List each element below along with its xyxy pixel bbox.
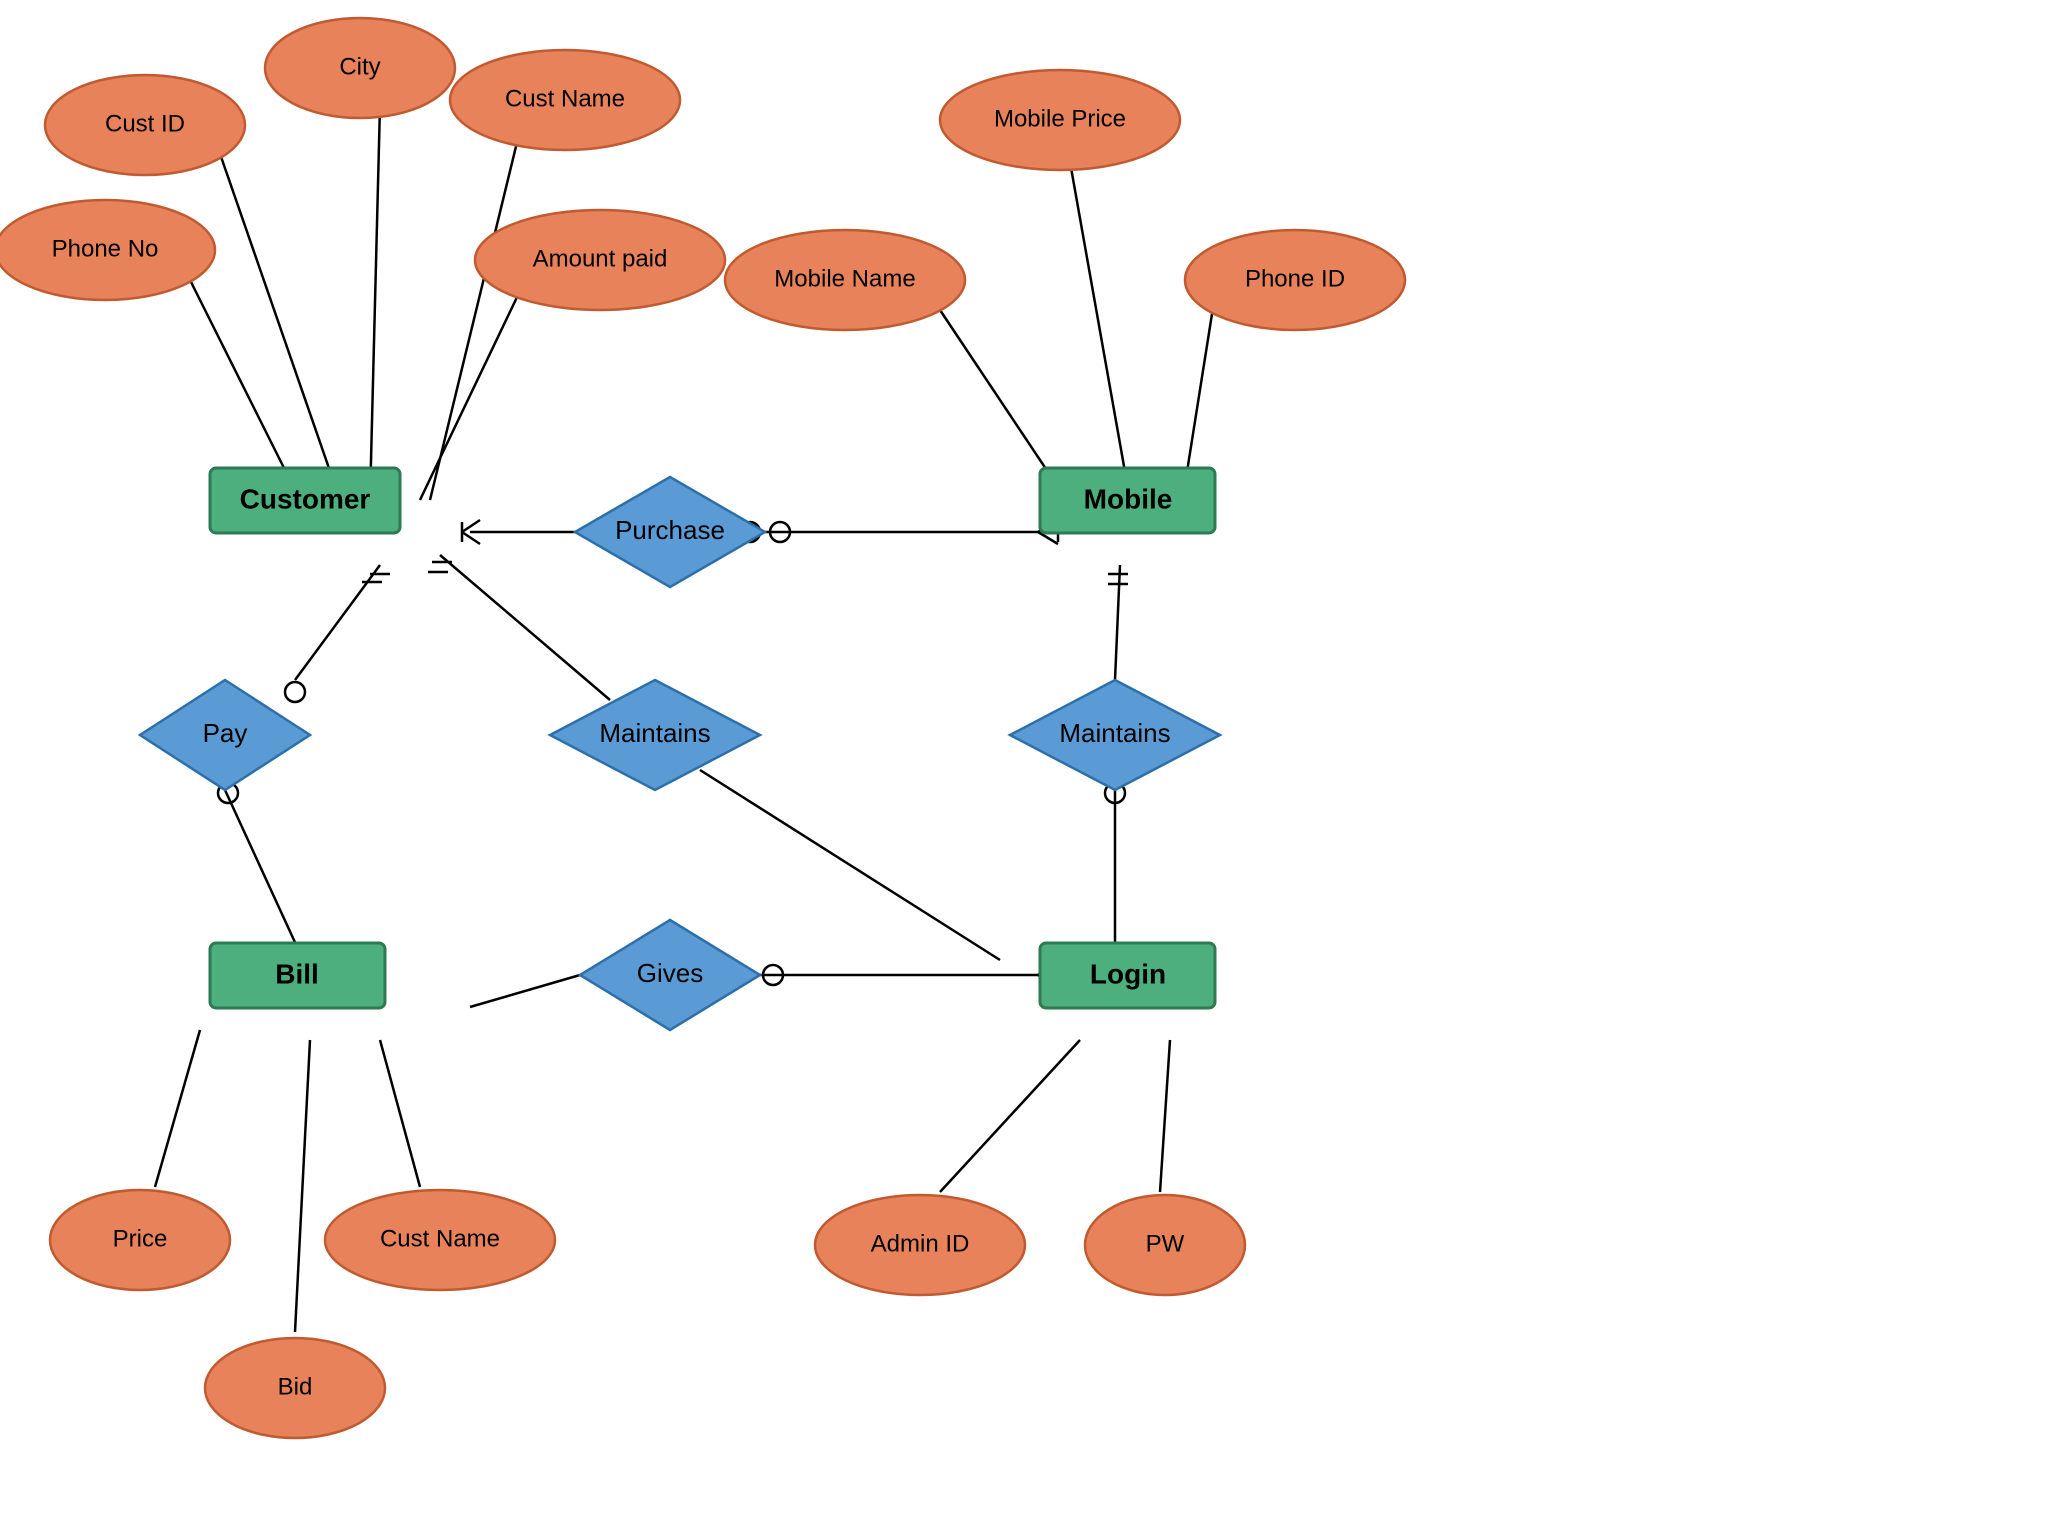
attr-cust-name2-label: Cust Name bbox=[380, 1225, 500, 1252]
er-diagram: Customer Mobile Bill Login Purchase Pay … bbox=[0, 0, 2048, 1509]
line-mobileprice-mobile bbox=[1070, 162, 1130, 500]
attr-admin-id-label: Admin ID bbox=[871, 1230, 970, 1257]
attr-cust-name1-label: Cust Name bbox=[505, 85, 625, 112]
attr-amount-paid-label: Amount paid bbox=[533, 245, 668, 272]
rel-gives-label: Gives bbox=[637, 958, 703, 988]
attr-city-label: City bbox=[339, 53, 380, 80]
line-custid-customer bbox=[218, 148, 340, 500]
attr-mobile-price-label: Mobile Price bbox=[994, 105, 1126, 132]
line-maintains1-login bbox=[700, 770, 1000, 960]
rel-purchase-label: Purchase bbox=[615, 515, 725, 545]
attr-cust-id-label: Cust ID bbox=[105, 110, 185, 137]
entity-mobile-label: Mobile bbox=[1084, 483, 1173, 514]
entity-login-label: Login bbox=[1090, 958, 1166, 989]
entity-customer-label: Customer bbox=[240, 483, 371, 514]
attr-phone-id-label: Phone ID bbox=[1245, 265, 1345, 292]
line-login-pw bbox=[1160, 1040, 1170, 1192]
line-custname1-customer bbox=[430, 130, 520, 500]
mark3 bbox=[462, 532, 480, 544]
rel-maintains-center-label: Maintains bbox=[599, 718, 710, 748]
line-login-adminid bbox=[940, 1040, 1080, 1192]
line-bill-price bbox=[155, 1030, 200, 1187]
mark2 bbox=[462, 520, 480, 532]
attr-phone-no-label: Phone No bbox=[52, 235, 159, 262]
attr-mobile-name-label: Mobile Name bbox=[774, 265, 915, 292]
attr-pw-label: PW bbox=[1146, 1230, 1185, 1257]
rel-pay-label: Pay bbox=[203, 718, 248, 748]
line-bill-custname2 bbox=[380, 1040, 420, 1187]
line-bill-gives bbox=[470, 975, 580, 1007]
attr-bid-label: Bid bbox=[278, 1373, 313, 1400]
line-city-customer bbox=[370, 105, 380, 500]
entity-bill-label: Bill bbox=[275, 958, 319, 989]
rel-maintains-right-label: Maintains bbox=[1059, 718, 1170, 748]
attr-price-label: Price bbox=[113, 1225, 168, 1252]
line-amountpaid-customer bbox=[420, 270, 530, 500]
line-bill-bid bbox=[295, 1040, 310, 1332]
line-mobile-maintains2 bbox=[1115, 565, 1120, 680]
line-phoneno-customer bbox=[185, 270, 300, 500]
circle-pay-top bbox=[285, 682, 305, 702]
line-customer-maintains1 bbox=[440, 555, 610, 700]
